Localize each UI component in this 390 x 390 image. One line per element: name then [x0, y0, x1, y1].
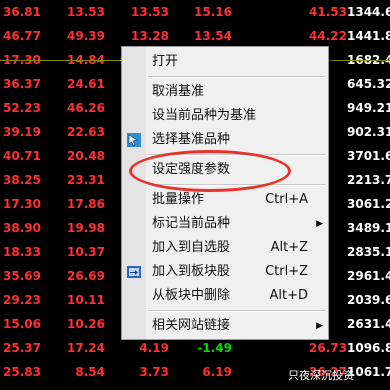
shortcut-label: Ctrl+A [265, 192, 308, 207]
submenu-arrow-icon: ▶ [316, 321, 323, 331]
select-base-icon [127, 133, 141, 147]
menu-item-mark[interactable]: 标记当前品种 ▶ [146, 212, 328, 236]
table-cell: 1096.83 [347, 341, 390, 355]
table-cell: 15.06 [3, 317, 41, 331]
table-cell: 2039.67 [347, 293, 390, 307]
table-cell: 13.53 [67, 5, 105, 19]
table-cell: 18.33 [3, 245, 41, 259]
menu-item-label: 加入到板块股 [152, 264, 231, 279]
table-cell: 10.26 [67, 317, 105, 331]
table-cell: 10.37 [67, 245, 105, 259]
table-cell: 3701.67 [347, 149, 390, 163]
table-row[interactable]: 46.77 49.39 13.28 13.54 44.221441.82 [0, 24, 390, 48]
table-cell: 49.39 [67, 29, 105, 43]
menu-item-add-fav[interactable]: 加入到自选股 Alt+Z [146, 236, 328, 260]
table-cell: 38.90 [3, 221, 41, 235]
table-cell: 2631.41 [347, 317, 390, 331]
table-cell: 2213.74 [347, 173, 390, 187]
table-cell: 3489.16 [347, 221, 390, 235]
table-cell: 645.32 [347, 77, 390, 91]
table-cell: 24.61 [67, 77, 105, 91]
table-cell: 23.31 [67, 173, 105, 187]
menu-item-label: 打开 [152, 54, 179, 69]
table-cell: 39.19 [3, 125, 41, 139]
table-cell: 52.23 [3, 101, 41, 115]
table-cell [232, 360, 283, 384]
menu-item-label: 相关网站链接 [152, 318, 231, 333]
menu-icon-strip [122, 47, 146, 339]
table-row[interactable]: 36.81 13.53 13.53 15.16 41.531344.62 [0, 0, 390, 24]
table-cell: 902.31 [347, 125, 390, 139]
menu-item-cancel-base[interactable]: 取消基准 [146, 80, 328, 104]
table-cell: 1441.82 [347, 29, 390, 43]
shortcut-label: Alt+Z [270, 240, 308, 255]
table-cell [232, 24, 283, 48]
menu-item-label: 设当前品种为基准 [152, 108, 257, 123]
table-cell: 25.37 [3, 341, 41, 355]
menu-item-add-block[interactable]: 加入到板块股 Ctrl+Z [146, 260, 328, 284]
table-cell: 2835.17 [347, 245, 390, 259]
table-cell: 6.19 [202, 365, 232, 379]
context-menu: 打开 取消基准 设当前品种为基准 选择基准品种 设定强度参数 批量操作 Ctrl… [121, 46, 329, 340]
menu-separator [148, 76, 326, 78]
menu-separator [148, 310, 326, 312]
table-cell: 46.77 [3, 29, 41, 43]
menu-item-label: 取消基准 [152, 84, 205, 99]
table-cell: 15.16 [194, 5, 232, 19]
table-cell: 20.48 [67, 149, 105, 163]
table-cell: 41.53 [309, 5, 347, 19]
table-cell: 1344.62 [347, 5, 390, 19]
table-cell: 35.69 [3, 269, 41, 283]
menu-item-del-block[interactable]: 从板块中删除 Alt+D [146, 284, 328, 308]
watermark: 只夜深沉投资 [288, 369, 354, 382]
menu-item-label: 标记当前品种 [152, 216, 231, 231]
menu-item-links[interactable]: 相关网站链接 ▶ [146, 314, 328, 338]
table-cell: 22.63 [67, 125, 105, 139]
table-cell [232, 0, 283, 24]
table-cell: 19.98 [67, 221, 105, 235]
table-cell: 46.26 [67, 101, 105, 115]
menu-item-batch[interactable]: 批量操作 Ctrl+A [146, 188, 328, 212]
table-cell: 17.86 [67, 197, 105, 211]
shortcut-label: Ctrl+Z [265, 264, 308, 279]
table-cell: 3061.28 [347, 197, 390, 211]
table-cell: 36.37 [3, 77, 41, 91]
submenu-arrow-icon: ▶ [316, 219, 323, 229]
table-cell: 3.73 [139, 365, 169, 379]
menu-item-label: 加入到自选股 [152, 240, 231, 255]
menu-item-label: 从板块中删除 [152, 288, 231, 303]
table-cell: 10.11 [67, 293, 105, 307]
highlight-ellipse [129, 150, 291, 192]
table-cell: 8.54 [75, 365, 105, 379]
table-cell: 26.69 [67, 269, 105, 283]
table-cell: 29.23 [3, 293, 41, 307]
table-cell: 36.81 [3, 5, 41, 19]
table-cell: 13.28 [131, 29, 169, 43]
menu-item-set-base[interactable]: 设当前品种为基准 [146, 104, 328, 128]
table-cell: 17.30 [3, 197, 41, 211]
table-cell: 38.25 [3, 173, 41, 187]
table-cell: 2961.44 [347, 269, 390, 283]
table-cell: 13.53 [131, 5, 169, 19]
menu-item-open[interactable]: 打开 [146, 50, 328, 74]
add-block-icon [127, 266, 141, 278]
menu-item-select-base[interactable]: 选择基准品种 [146, 128, 328, 152]
shortcut-label: Alt+D [269, 288, 308, 303]
table-cell: 25.83 [3, 365, 41, 379]
table-cell: 40.71 [3, 149, 41, 163]
table-cell: 13.54 [194, 29, 232, 43]
table-cell: 949.21 [347, 101, 390, 115]
menu-item-label: 选择基准品种 [152, 132, 231, 147]
table-cell: 44.22 [309, 29, 347, 43]
table-cell: 17.24 [67, 341, 105, 355]
